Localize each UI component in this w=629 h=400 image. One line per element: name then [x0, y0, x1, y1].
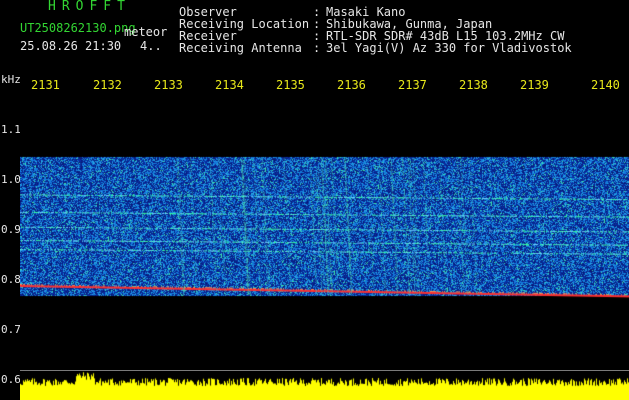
y-tick-label: 1.0 — [1, 173, 21, 186]
file-name: UT2508262130.png — [20, 21, 136, 35]
x-tick-label: 2140 — [591, 78, 620, 92]
x-tick-label: 2132 — [93, 78, 122, 92]
y-tick-label: 1.1 — [1, 123, 21, 136]
spectrogram-waterfall — [20, 100, 629, 365]
y-tick-label: 0.9 — [1, 223, 21, 236]
datetime: 25.08.26 21:30 — [20, 39, 122, 53]
signal-level-bar — [20, 371, 629, 400]
info-value-antenna: 3el Yagi(V) Az 330 for Vladivostok — [326, 41, 572, 55]
x-tick-label: 2139 — [520, 78, 549, 92]
category-label: meteor — [124, 25, 168, 39]
y-tick-label: 0.8 — [1, 273, 21, 286]
y-tick-label: 0.7 — [1, 323, 21, 336]
info-label-antenna: Receiving Antenna — [179, 41, 302, 55]
x-tick-label: 2137 — [398, 78, 427, 92]
y-tick-label: 0.6 — [1, 373, 21, 386]
x-tick-label: 2138 — [459, 78, 488, 92]
app-title: HROFFT — [48, 0, 131, 14]
x-tick-label: 2136 — [337, 78, 366, 92]
event-count: 4.. — [140, 39, 162, 53]
x-tick-label: 2131 — [31, 78, 60, 92]
y-axis-unit: kHz — [1, 73, 21, 86]
x-tick-label: 2134 — [215, 78, 244, 92]
info-separator: : — [313, 41, 321, 55]
x-tick-label: 2133 — [154, 78, 183, 92]
x-tick-label: 2135 — [276, 78, 305, 92]
